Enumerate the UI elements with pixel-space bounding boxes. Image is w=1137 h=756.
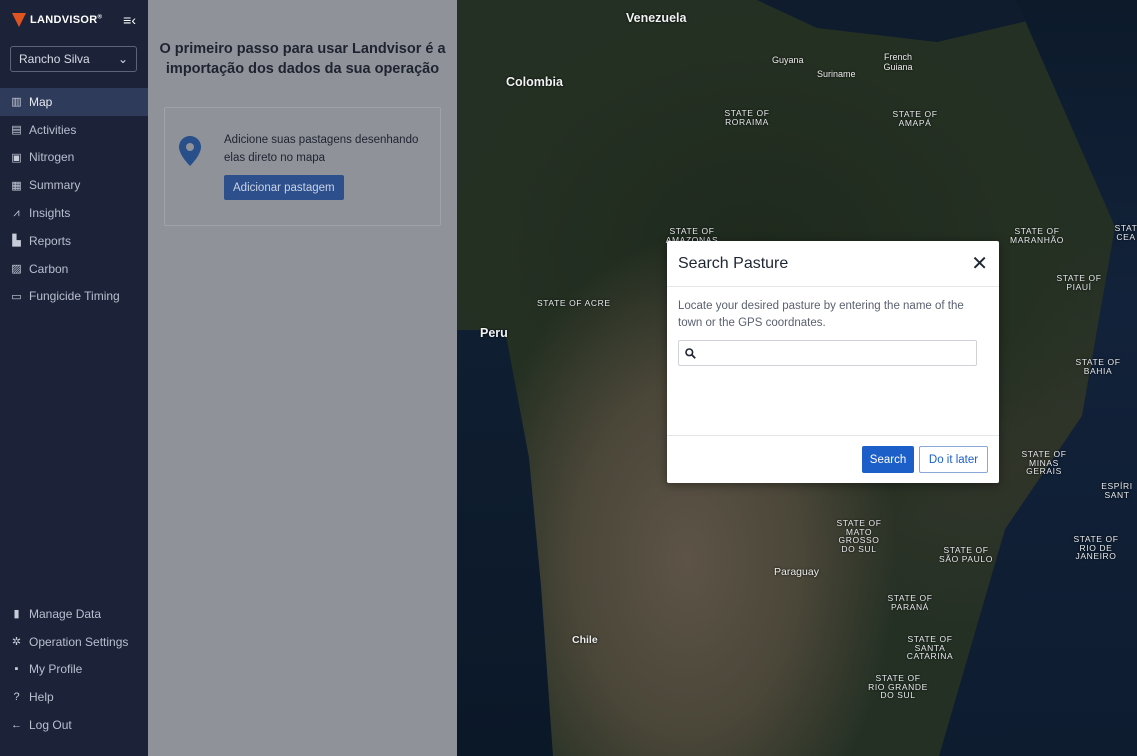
sidebar-item-label: Fungicide Timing xyxy=(29,289,120,304)
sidebar-item-fungicide-timing[interactable]: ▭ Fungicide Timing xyxy=(0,283,148,311)
collapse-sidebar-icon[interactable]: ≡‹ xyxy=(123,12,136,28)
onboarding-panel: O primeiro passo para usar Landvisor é a… xyxy=(148,0,457,756)
map-label: STATE OF PARANÁ xyxy=(887,593,933,612)
clipboard-icon: ▤ xyxy=(11,124,22,137)
map-icon: ▥ xyxy=(11,96,22,109)
modal-body: Locate your desired pasture by entering … xyxy=(667,287,999,366)
modal-header: Search Pasture ✕ xyxy=(667,241,999,287)
search-button[interactable]: Search xyxy=(862,446,914,473)
search-input[interactable] xyxy=(700,342,976,364)
logo-text: LANDVISOR® xyxy=(30,14,103,26)
farm-select-value: Rancho Silva xyxy=(19,52,90,66)
profile-icon: ▪ xyxy=(14,663,19,676)
map-label: French Guiana xyxy=(883,52,913,72)
help-icon: ? xyxy=(13,691,20,704)
map-label: STATE OF ACRE xyxy=(537,298,611,308)
landvisor-logo[interactable]: LANDVISOR® xyxy=(12,13,102,27)
sidebar-item-manage-data[interactable]: ▮ Manage Data xyxy=(0,600,148,628)
sidebar-item-log-out[interactable]: ← Log Out xyxy=(0,711,148,739)
logo-mark-icon xyxy=(12,13,26,27)
sidebar-item-label: Manage Data xyxy=(29,606,102,621)
map-label: STATE OF PIAUÍ xyxy=(1056,273,1102,292)
sidebar-item-map[interactable]: ▥ Map xyxy=(0,88,148,116)
logout-icon: ← xyxy=(11,719,22,732)
map-label: STATE OF SÃO PAULO xyxy=(939,545,993,564)
data-icon: ▮ xyxy=(13,608,20,621)
close-icon[interactable]: ✕ xyxy=(971,254,988,274)
map-label: STATE OF BAHIA xyxy=(1075,357,1121,376)
search-icon xyxy=(685,347,696,359)
search-pasture-modal: Search Pasture ✕ Locate your desired pas… xyxy=(667,241,999,483)
sidebar-item-operation-settings[interactable]: ✲ Operation Settings xyxy=(0,628,148,656)
map-label: STAT CEA xyxy=(1114,223,1137,242)
map-label: Venezuela xyxy=(626,11,687,25)
sidebar-item-summary[interactable]: ▦ Summary xyxy=(0,171,148,199)
sidebar-item-my-profile[interactable]: ▪ My Profile xyxy=(0,656,148,684)
location-pin-icon xyxy=(179,136,201,166)
sidebar: LANDVISOR® ≡‹ Rancho Silva ⌄ ▥ Map ▤ Act… xyxy=(0,0,148,756)
modal-description: Locate your desired pasture by entering … xyxy=(678,300,964,329)
report-icon: ▙ xyxy=(12,235,21,248)
sidebar-item-label: Operation Settings xyxy=(29,634,129,649)
map-label: STATE OF AMAPÁ xyxy=(892,109,938,128)
main-nav: ▥ Map ▤ Activities ▣ Nitrogen ▦ Summary … xyxy=(0,88,148,310)
map-label: Guyana xyxy=(772,55,804,65)
map-label: STATE OF RIO GRANDE DO SUL xyxy=(868,673,928,700)
chart-line-icon: ⩘ xyxy=(13,206,20,219)
farm-select[interactable]: Rancho Silva ⌄ xyxy=(10,46,137,72)
map-label: Chile xyxy=(572,634,598,646)
sidebar-item-label: Carbon xyxy=(29,261,69,276)
map-label: STATE OF SANTA CATARINA xyxy=(906,634,954,661)
sidebar-item-label: Nitrogen xyxy=(29,150,75,165)
logo-row: LANDVISOR® ≡‹ xyxy=(0,0,148,40)
map-label: STATE OF RIO DE JANEIRO xyxy=(1073,534,1119,561)
gear-icon: ✲ xyxy=(11,636,22,649)
panel-title: O primeiro passo para usar Landvisor é a… xyxy=(159,41,446,77)
sidebar-item-activities[interactable]: ▤ Activities xyxy=(0,116,148,144)
add-pasture-card: Adicione suas pastagens desenhando elas … xyxy=(164,107,441,226)
sidebar-item-nitrogen[interactable]: ▣ Nitrogen xyxy=(0,144,148,172)
sidebar-item-insights[interactable]: ⩘ Insights xyxy=(0,199,148,227)
map-label: Paraguay xyxy=(774,566,819,578)
map-label: STATE OF MINAS GERAIS xyxy=(1021,449,1067,476)
sidebar-item-label: Activities xyxy=(29,122,77,137)
sidebar-item-label: Log Out xyxy=(29,718,72,733)
sidebar-item-label: My Profile xyxy=(29,662,83,677)
chevron-down-icon: ⌄ xyxy=(117,52,128,66)
sidebar-item-help[interactable]: ? Help xyxy=(0,683,148,711)
add-pasture-button[interactable]: Adicionar pastagem xyxy=(224,175,344,200)
map-label: STATE OF RORAIMA xyxy=(724,108,770,127)
calendar-icon: ▭ xyxy=(11,290,22,303)
ocean-area xyxy=(457,330,553,756)
map-label: Peru xyxy=(480,326,508,340)
summary-icon: ▦ xyxy=(11,179,22,192)
bottom-nav: ▮ Manage Data ✲ Operation Settings ▪ My … xyxy=(0,600,148,739)
modal-title: Search Pasture xyxy=(678,254,789,272)
map-label: ESPÍRI SANT xyxy=(1101,481,1133,500)
map-label: Suriname xyxy=(817,69,856,79)
map-label: Colombia xyxy=(506,75,563,89)
map-label: STATE OF MARANHÃO xyxy=(1010,226,1064,245)
nitrogen-icon: ▣ xyxy=(11,151,22,164)
sidebar-item-label: Map xyxy=(29,94,53,109)
sidebar-item-reports[interactable]: ▙ Reports xyxy=(0,227,148,255)
sidebar-item-label: Reports xyxy=(29,233,72,248)
carbon-icon: ▨ xyxy=(11,263,22,276)
do-it-later-button[interactable]: Do it later xyxy=(919,446,988,473)
modal-footer: Search Do it later xyxy=(667,435,999,483)
sidebar-item-label: Summary xyxy=(29,178,81,193)
sidebar-item-label: Help xyxy=(29,690,54,705)
sidebar-item-carbon[interactable]: ▨ Carbon xyxy=(0,255,148,283)
card-text: Adicione suas pastagens desenhando elas … xyxy=(224,134,419,164)
search-field[interactable] xyxy=(678,340,977,366)
map-label: STATE OF MATO GROSSO DO SUL xyxy=(836,518,882,554)
sidebar-item-label: Insights xyxy=(29,206,71,221)
